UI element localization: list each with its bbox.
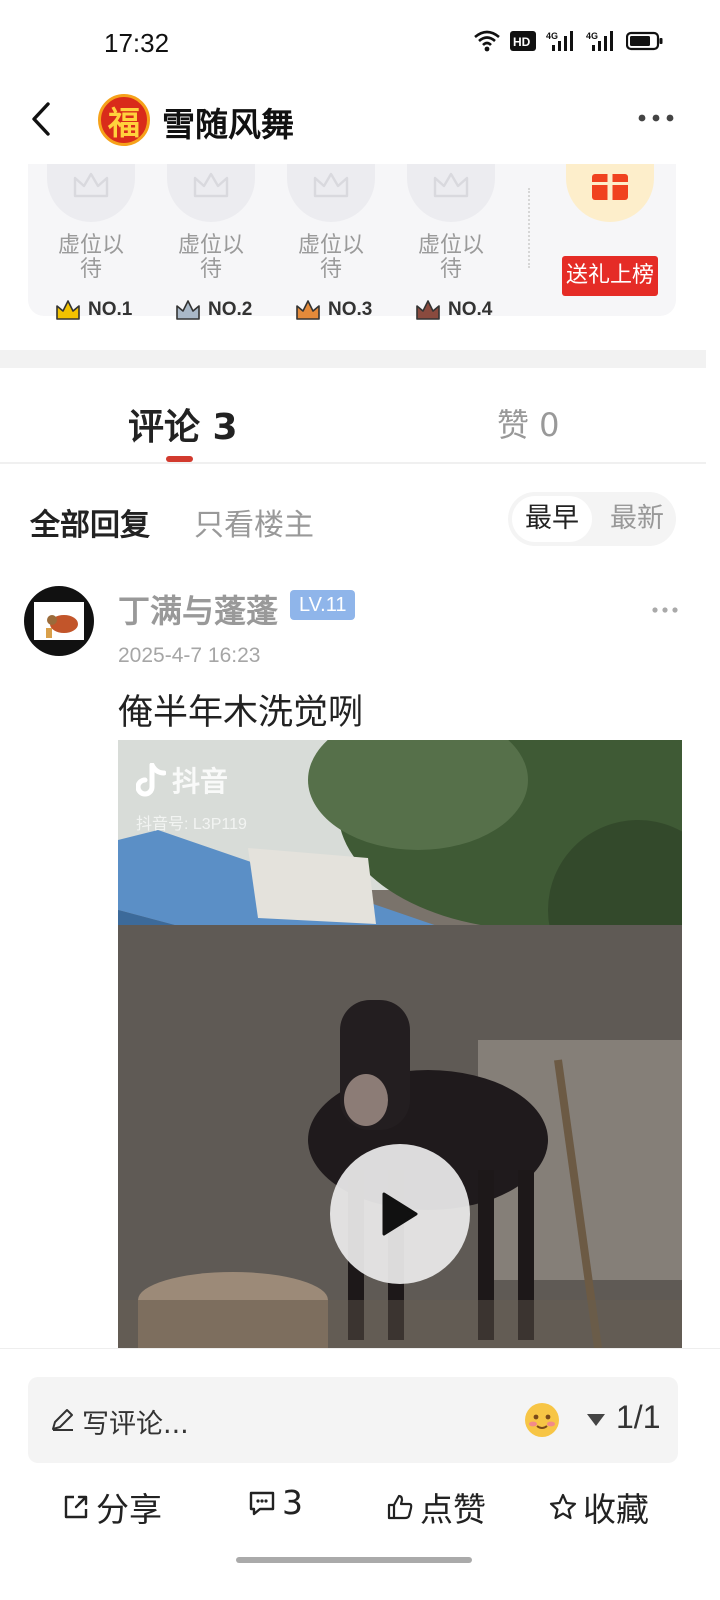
section-divider <box>0 350 706 368</box>
comment-count-button[interactable]: 3 <box>248 1483 303 1522</box>
emoji-icon[interactable] <box>522 1399 562 1439</box>
share-icon <box>64 1495 88 1519</box>
gift-icon <box>592 174 628 200</box>
favorite-label: 收藏 <box>583 1490 649 1529</box>
rank-slot-label: 虚位以待 <box>417 233 484 282</box>
status-bar: 17:32 HD 4G 4G <box>0 0 720 80</box>
divider <box>528 188 530 268</box>
play-button[interactable] <box>330 1144 470 1284</box>
empty-seat <box>407 164 495 222</box>
rank-slot-3[interactable]: 虚位以待 <box>276 164 386 282</box>
forum-avatar[interactable]: 福 <box>98 94 150 146</box>
favorite-button[interactable]: 收藏 <box>549 1483 649 1531</box>
pencil-icon <box>52 1409 73 1431</box>
empty-seat <box>287 164 375 222</box>
battery-icon <box>626 31 663 51</box>
rank-number-label: NO.3 <box>328 299 373 320</box>
sort-earliest-button[interactable]: 最早 <box>512 496 592 542</box>
signal-4g-icon: 4G <box>546 31 573 51</box>
silver-crown-icon <box>176 300 200 320</box>
comment-video[interactable]: 抖音 抖音号: L3P119 <box>118 740 682 1348</box>
gift-badge[interactable] <box>566 164 654 222</box>
watermark-app-name: 抖音 <box>172 765 229 798</box>
svg-text:4G: 4G <box>546 31 558 41</box>
thumbs-up-icon <box>387 1494 413 1520</box>
crown-outline-icon <box>73 172 109 198</box>
comment-count-label: 3 <box>282 1483 303 1522</box>
rank-number-label: NO.1 <box>88 299 133 320</box>
rank-slot-label: 虚位以待 <box>177 233 244 282</box>
douyin-logo: 抖音 <box>136 760 247 800</box>
more-icon <box>652 607 678 613</box>
crown-outline-icon <box>433 172 469 198</box>
rank-slot-2[interactable]: 虚位以待 <box>156 164 266 282</box>
like-button[interactable]: 点赞 <box>386 1483 486 1531</box>
rank-number-3: NO.3 <box>294 298 372 322</box>
commenter-avatar[interactable] <box>24 586 94 656</box>
status-time: 17:32 <box>104 28 170 58</box>
page-indicator[interactable]: 1/1 <box>616 1399 660 1436</box>
gift-rank-button[interactable]: 送礼上榜 <box>562 256 658 296</box>
signal-4g-icon: 4G <box>586 31 613 51</box>
tab-comments[interactable]: 评论 3 <box>128 398 238 450</box>
dropdown-triangle-icon[interactable] <box>586 1413 606 1427</box>
rank-slot-label: 虚位以待 <box>57 233 124 282</box>
tab-likes[interactable]: 赞 0 <box>497 400 560 446</box>
filter-all-replies[interactable]: 全部回复 <box>30 500 150 544</box>
filter-owner-only[interactable]: 只看楼主 <box>194 500 314 544</box>
rank-number-1: NO.1 <box>54 298 132 322</box>
home-indicator[interactable] <box>236 1557 472 1563</box>
bottom-action-bar: 写评论... 1/1 分享 3 点赞 收藏 <box>0 1348 720 1600</box>
top-header: 福 雪随风舞 <box>0 80 720 162</box>
wifi-icon <box>474 30 500 52</box>
more-icon <box>638 114 674 122</box>
empty-seat <box>47 164 135 222</box>
rank-number-2: NO.2 <box>174 298 252 322</box>
avatar-image <box>34 602 84 640</box>
music-note-icon <box>136 763 166 797</box>
gold-crown-icon <box>56 300 80 320</box>
comment-more-button[interactable] <box>652 600 678 613</box>
hd-icon: HD <box>510 31 536 51</box>
rank-number-4: NO.4 <box>414 298 492 322</box>
rank-slot-label: 虚位以待 <box>297 233 364 282</box>
comment-like-tabs: 评论 3 赞 0 <box>0 368 706 464</box>
more-button[interactable] <box>636 106 676 130</box>
comment-bubble-icon <box>249 1491 275 1515</box>
crown-outline-icon <box>193 172 229 198</box>
video-watermark: 抖音 抖音号: L3P119 <box>136 760 247 834</box>
rank-slot-4[interactable]: 虚位以待 <box>396 164 506 282</box>
svg-text:HD: HD <box>513 35 531 49</box>
empty-seat <box>167 164 255 222</box>
back-arrow-icon <box>32 102 50 136</box>
watermark-account-id: 抖音号: L3P119 <box>136 816 247 833</box>
comment-text: 俺半年木洗觉咧 <box>118 693 364 733</box>
play-icon <box>382 1192 418 1236</box>
commenter-username[interactable]: 丁满与蓬蓬 <box>118 586 278 632</box>
share-button[interactable]: 分享 <box>62 1483 162 1531</box>
back-button[interactable] <box>20 94 64 144</box>
write-comment-placeholder: 写评论... <box>82 1409 189 1440</box>
rank-number-label: NO.2 <box>208 299 253 320</box>
svg-text:4G: 4G <box>586 31 598 41</box>
comment-timestamp: 2025-4-7 16:23 <box>118 644 261 667</box>
active-tab-indicator <box>166 456 193 462</box>
sort-toggle: 最早 最新 <box>508 492 676 546</box>
gift-ranking-card: 虚位以待 虚位以待 虚位以待 虚位以待 NO.1 NO.2 NO.3 NO.4 <box>28 164 676 320</box>
like-label: 点赞 <box>420 1490 486 1529</box>
page-title[interactable]: 雪随风舞 <box>162 98 294 146</box>
star-icon <box>549 1493 577 1520</box>
sort-latest-button[interactable]: 最新 <box>602 496 672 542</box>
action-row: 分享 3 点赞 收藏 <box>0 1483 720 1543</box>
status-icons: HD 4G 4G <box>474 30 664 52</box>
level-badge: LV.11 <box>290 590 356 620</box>
rank-number-label: NO.4 <box>448 299 493 320</box>
bronze-crown-icon <box>296 300 320 320</box>
rank-slot-1[interactable]: 虚位以待 <box>36 164 146 282</box>
share-label: 分享 <box>96 1490 162 1529</box>
crown-outline-icon <box>313 172 349 198</box>
dark-crown-icon <box>416 300 440 320</box>
write-comment-input[interactable]: 写评论... 1/1 <box>28 1377 678 1463</box>
